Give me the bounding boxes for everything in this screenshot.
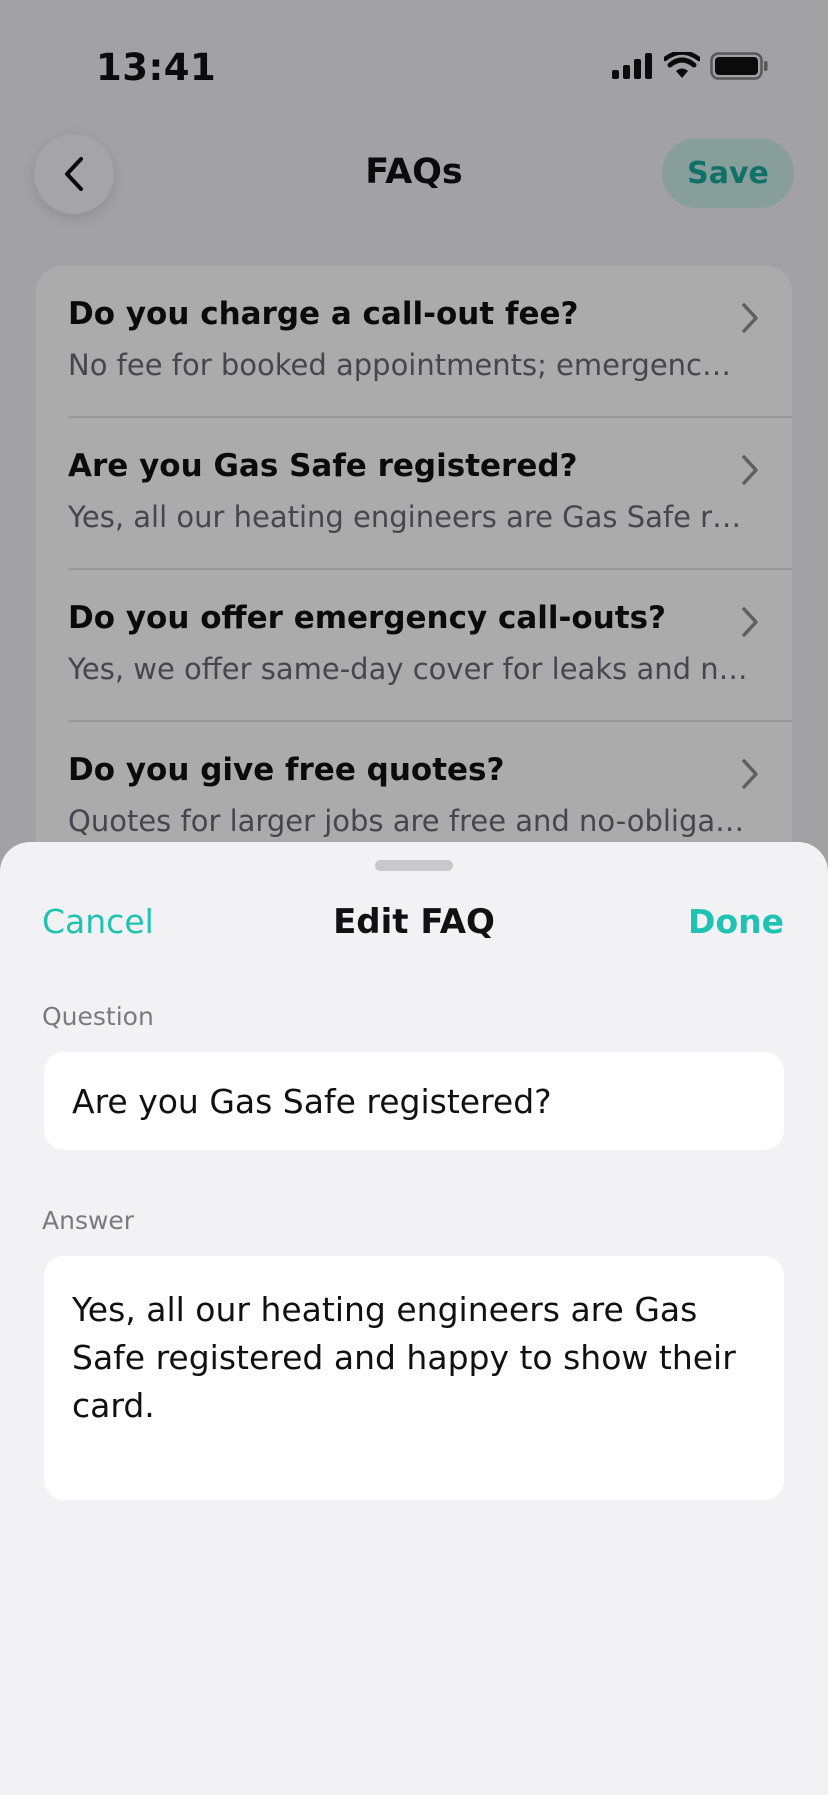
answer-field[interactable]: Yes, all our heating engineers are Gas S… bbox=[44, 1256, 784, 1500]
edit-faq-sheet: Cancel Edit FAQ Done Question Are you Ga… bbox=[0, 842, 828, 1795]
answer-label: Answer bbox=[42, 1206, 135, 1235]
screen: 13:41 FAQs Save Do you charge a call-out… bbox=[0, 0, 828, 1795]
sheet-grabber[interactable] bbox=[375, 860, 453, 871]
answer-value: Yes, all our heating engineers are Gas S… bbox=[72, 1290, 736, 1425]
question-value: Are you Gas Safe registered? bbox=[72, 1082, 552, 1121]
done-button[interactable]: Done bbox=[688, 902, 784, 941]
question-field[interactable]: Are you Gas Safe registered? bbox=[44, 1052, 784, 1150]
question-label: Question bbox=[42, 1002, 154, 1031]
